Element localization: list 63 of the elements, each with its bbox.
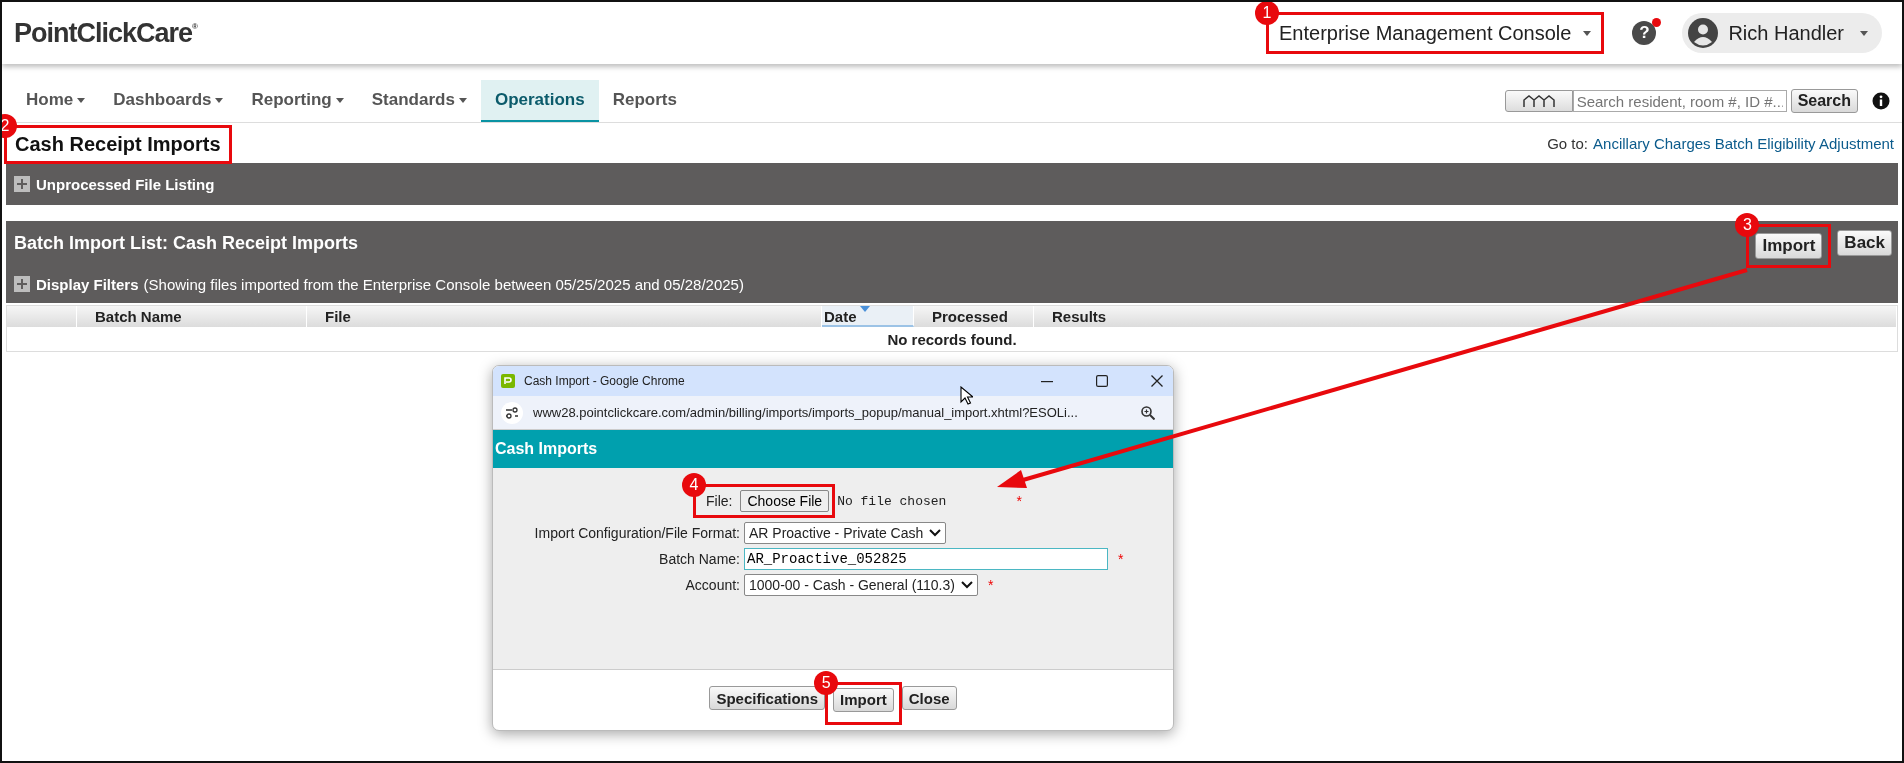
site-settings-icon	[501, 401, 523, 424]
goto-label: Go to:	[1547, 134, 1589, 152]
app-icon	[501, 374, 515, 388]
zoom-icon	[1141, 405, 1155, 420]
field-label: Batch Name:	[658, 551, 740, 567]
callout-badge: 5	[814, 670, 839, 695]
section-title: Batch Import List: Cash Receipt Imports	[14, 232, 359, 254]
expand-icon[interactable]	[14, 276, 30, 292]
console-menu[interactable]: Enterprise Management Console	[1279, 21, 1592, 45]
callout-badge: 3	[1735, 213, 1760, 237]
caret-icon	[1583, 30, 1592, 36]
filter-description: (Showing files imported from the Enterprise Console between 05/25/2025 and 05/28/2025)	[143, 275, 744, 293]
help-icon[interactable]: ?	[1632, 21, 1657, 45]
user-menu[interactable]: Rich Handler	[1682, 13, 1882, 53]
bar-button[interactable]: Import	[1755, 233, 1823, 259]
chevron-icon	[929, 529, 942, 537]
info-icon	[1872, 92, 1890, 110]
empty-message: No records found.	[887, 331, 1017, 348]
nav-tab[interactable]: Reports	[598, 80, 691, 122]
page-title: Cash Receipt Imports	[15, 132, 221, 156]
nav-tab[interactable]: Standards	[357, 80, 481, 122]
choose-file-button[interactable]: Choose File	[740, 490, 830, 512]
bar-button[interactable]: Back	[1837, 230, 1892, 256]
column-header[interactable]: Date	[822, 306, 914, 327]
filter-title: Display Filters	[36, 275, 139, 293]
callout-badge: 2	[2, 113, 17, 138]
callout-badge: 4	[682, 473, 706, 497]
required-mark: *	[1118, 551, 1124, 567]
maximize-icon	[1096, 375, 1108, 387]
window-title: Cash Import - Google Chrome	[524, 374, 685, 388]
nav-tab[interactable]: Operations	[480, 80, 599, 122]
houses-icon	[1521, 94, 1556, 108]
close-icon	[1151, 375, 1163, 387]
expand-icon[interactable]	[14, 176, 30, 192]
goto-link[interactable]: Ancillary Charges Batch Eligibility Adjustment	[1593, 134, 1894, 152]
required-mark: *	[987, 577, 994, 593]
url-text: www28.pointclickcare.com/admin/billing/imports/imports_popup/manual_import.xhtml?ESOLi...	[533, 405, 1078, 420]
dropdown-field[interactable]: 1000-00 - Cash - General (110.3)	[744, 574, 978, 596]
dialog-heading: Cash Imports	[493, 430, 1173, 468]
file-status: No file chosen	[837, 493, 947, 509]
section-title: Unprocessed File Listing	[36, 175, 215, 193]
mouse-pointer-icon	[960, 386, 973, 405]
search-button[interactable]: Search	[1790, 89, 1858, 113]
callout-badge: 1	[1255, 2, 1279, 25]
dropdown-field[interactable]: AR Proactive - Private Cash	[744, 522, 947, 544]
caret-icon	[1860, 30, 1868, 36]
facility-button[interactable]	[1504, 90, 1573, 112]
column-header[interactable]: Results	[1034, 306, 1897, 327]
dialog-button[interactable]: Close	[901, 686, 957, 710]
dialog-button[interactable]: Import	[833, 687, 894, 712]
field-label: Account:	[684, 577, 740, 593]
field-label: Import Configuration/File Format:	[533, 525, 740, 541]
required-mark: *	[1016, 493, 1022, 509]
logo: PointClickCare$^{®}$	[14, 17, 197, 49]
chevron-icon	[960, 581, 973, 589]
column-header[interactable]: Batch Name	[77, 306, 307, 327]
avatar-icon	[1688, 18, 1719, 48]
column-header[interactable]: Processed	[914, 306, 1034, 327]
text-field[interactable]: AR_Proactive_052825	[744, 548, 1108, 570]
nav-tab[interactable]: Dashboards	[99, 80, 238, 122]
sort-icon	[860, 306, 870, 312]
nav-tab[interactable]: Reporting	[237, 80, 358, 122]
field-label: File:	[706, 493, 733, 509]
